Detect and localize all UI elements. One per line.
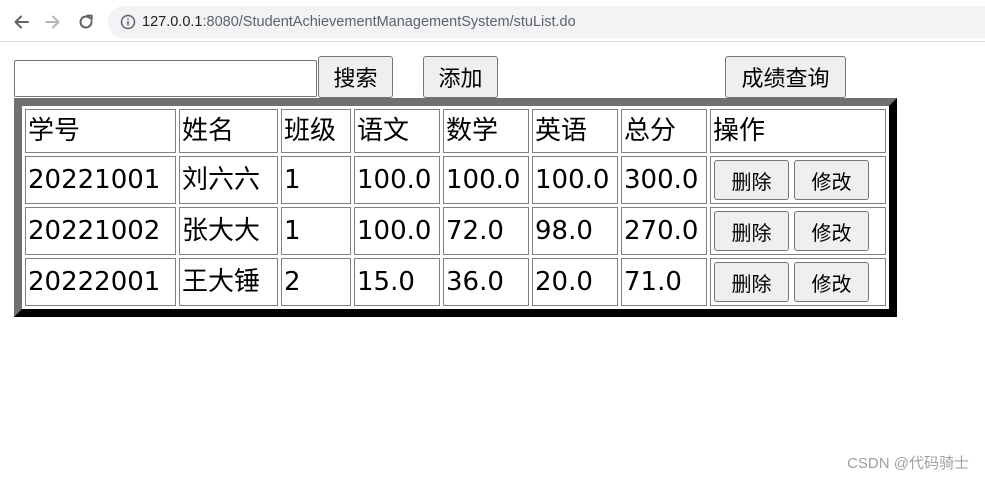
cell-chinese: 100.0 [354, 207, 440, 255]
delete-button[interactable]: 删除 [714, 211, 789, 251]
cell-student-id: 20221001 [25, 156, 176, 204]
header-student-id: 学号 [25, 109, 176, 153]
delete-button[interactable]: 删除 [714, 160, 789, 200]
reload-button[interactable] [75, 11, 97, 33]
header-total: 总分 [621, 109, 707, 153]
table-row: 20222001 王大锤 2 15.0 36.0 20.0 71.0 删除 修改 [25, 258, 886, 306]
cell-total: 270.0 [621, 207, 707, 255]
back-arrow-icon [14, 15, 29, 29]
browser-toolbar: 127.0.0.1:8080/StudentAchievementManagem… [0, 0, 985, 42]
cell-class: 1 [281, 156, 351, 204]
cell-operations: 删除 修改 [710, 156, 886, 204]
header-operations: 操作 [710, 109, 886, 153]
modify-button[interactable]: 修改 [794, 160, 869, 200]
cell-math: 36.0 [443, 258, 529, 306]
cell-class: 1 [281, 207, 351, 255]
info-icon[interactable] [120, 14, 136, 30]
search-button[interactable]: 搜索 [318, 56, 393, 98]
header-math: 数学 [443, 109, 529, 153]
cell-english: 100.0 [532, 156, 618, 204]
add-button[interactable]: 添加 [423, 56, 498, 98]
cell-class: 2 [281, 258, 351, 306]
cell-chinese: 100.0 [354, 156, 440, 204]
student-table: 学号 姓名 班级 语文 数学 英语 总分 操作 20221001 刘六六 1 1… [14, 98, 897, 317]
header-chinese: 语文 [354, 109, 440, 153]
score-query-button[interactable]: 成绩查询 [725, 56, 846, 98]
address-bar[interactable]: 127.0.0.1:8080/StudentAchievementManagem… [108, 6, 985, 38]
cell-english: 20.0 [532, 258, 618, 306]
cell-operations: 删除 修改 [710, 258, 886, 306]
cell-operations: 删除 修改 [710, 207, 886, 255]
cell-total: 71.0 [621, 258, 707, 306]
cell-student-id: 20222001 [25, 258, 176, 306]
cell-chinese: 15.0 [354, 258, 440, 306]
cell-total: 300.0 [621, 156, 707, 204]
header-english: 英语 [532, 109, 618, 153]
page: 127.0.0.1:8080/StudentAchievementManagem… [0, 0, 985, 481]
cell-name: 刘六六 [179, 156, 278, 204]
search-input[interactable] [14, 60, 317, 97]
url-host: 127.0.0.1 [142, 14, 203, 30]
table-row: 20221002 张大大 1 100.0 72.0 98.0 270.0 删除修… [25, 207, 886, 255]
delete-button[interactable]: 删除 [714, 262, 789, 302]
cell-name: 王大锤 [179, 258, 278, 306]
cell-student-id: 20221002 [25, 207, 176, 255]
student-table-container: 学号 姓名 班级 语文 数学 英语 总分 操作 20221001 刘六六 1 1… [14, 98, 897, 317]
header-name: 姓名 [179, 109, 278, 153]
table-header-row: 学号 姓名 班级 语文 数学 英语 总分 操作 [25, 109, 886, 153]
csdn-watermark: CSDN @代码骑士 [847, 455, 969, 472]
cell-name: 张大大 [179, 207, 278, 255]
back-button[interactable] [10, 11, 32, 33]
forward-arrow-icon [45, 15, 60, 29]
forward-button[interactable] [42, 11, 64, 33]
header-class: 班级 [281, 109, 351, 153]
table-row: 20221001 刘六六 1 100.0 100.0 100.0 300.0 删… [25, 156, 886, 204]
url-path: :8080/StudentAchievementManagementSystem… [202, 14, 576, 30]
cell-english: 98.0 [532, 207, 618, 255]
cell-math: 100.0 [443, 156, 529, 204]
modify-button[interactable]: 修改 [794, 211, 869, 251]
reload-icon [79, 14, 93, 29]
modify-button[interactable]: 修改 [794, 262, 869, 302]
cell-math: 72.0 [443, 207, 529, 255]
url-text[interactable]: 127.0.0.1:8080/StudentAchievementManagem… [142, 14, 576, 30]
